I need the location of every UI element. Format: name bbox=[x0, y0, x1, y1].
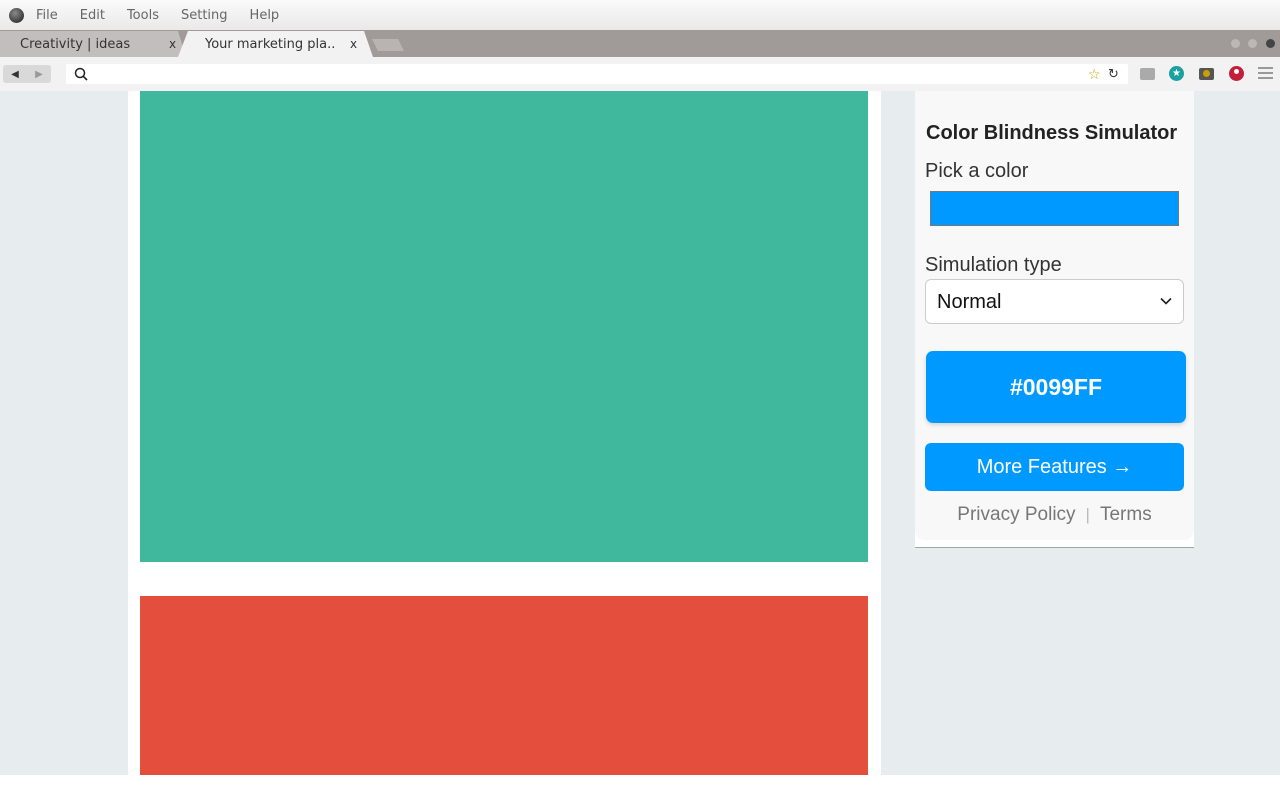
content-column bbox=[128, 91, 881, 775]
extension-teal-star-icon[interactable]: ★ bbox=[1169, 66, 1184, 81]
tab-title: Creativity | ideas bbox=[20, 37, 131, 52]
panel-body: Color Blindness Simulator Pick a color S… bbox=[915, 91, 1194, 540]
menu-setting[interactable]: Setting bbox=[181, 8, 228, 23]
address-bar: ☆ ↻ bbox=[66, 64, 1128, 84]
pick-color-label: Pick a color bbox=[925, 160, 1029, 182]
chevron-down-icon bbox=[1160, 297, 1172, 305]
color-blindness-simulator-panel: Color Blindness Simulator Pick a color S… bbox=[915, 91, 1194, 548]
more-features-button[interactable]: More Features → bbox=[925, 443, 1184, 491]
hex-color-display[interactable]: #0099FF bbox=[926, 351, 1186, 423]
tab-close-icon[interactable]: x bbox=[169, 37, 176, 51]
menu-tools[interactable]: Tools bbox=[127, 8, 159, 23]
terms-link[interactable]: Terms bbox=[1100, 504, 1152, 525]
hamburger-menu-icon[interactable] bbox=[1258, 67, 1273, 79]
new-tab-button[interactable] bbox=[372, 39, 404, 51]
extension-red-record-icon[interactable] bbox=[1229, 66, 1244, 81]
bottom-strip bbox=[0, 775, 1280, 800]
simulation-type-label: Simulation type bbox=[925, 254, 1062, 276]
panel-title: Color Blindness Simulator bbox=[926, 122, 1178, 144]
footer-separator: | bbox=[1085, 505, 1090, 524]
window-close-dot[interactable] bbox=[1266, 39, 1275, 48]
navigation-bar: ◀ ▶ ☆ ↻ bbox=[0, 57, 1280, 91]
window-minimize-dot[interactable] bbox=[1231, 39, 1240, 48]
back-arrow-icon[interactable]: ◀ bbox=[11, 69, 19, 80]
extension-card-icon[interactable] bbox=[1140, 66, 1155, 81]
menu-help[interactable]: Help bbox=[250, 8, 280, 23]
color-picker-input[interactable] bbox=[930, 191, 1179, 226]
privacy-policy-link[interactable]: Privacy Policy bbox=[957, 504, 1075, 525]
app-logo-icon bbox=[9, 7, 24, 23]
forward-arrow-icon[interactable]: ▶ bbox=[35, 69, 43, 80]
tab-marketing-plan[interactable]: Your marketing pla.. x bbox=[178, 31, 373, 57]
search-icon bbox=[74, 67, 88, 81]
footer-links: Privacy Policy | Terms bbox=[915, 504, 1194, 526]
red-color-block bbox=[140, 596, 868, 775]
tab-creativity[interactable]: Creativity | ideas x bbox=[0, 31, 186, 57]
menu-edit[interactable]: Edit bbox=[80, 8, 105, 23]
tab-close-icon[interactable]: x bbox=[350, 37, 357, 51]
url-input[interactable] bbox=[96, 64, 1096, 84]
green-color-block bbox=[140, 91, 868, 562]
star-icon[interactable]: ☆ bbox=[1088, 66, 1101, 82]
tab-strip: Creativity | ideas x Your marketing pla.… bbox=[0, 30, 1280, 57]
window-maximize-dot[interactable] bbox=[1248, 39, 1257, 48]
simulation-selected-value: Normal bbox=[937, 291, 1002, 313]
menu-file[interactable]: File bbox=[36, 8, 58, 23]
page-viewport: Color Blindness Simulator Pick a color S… bbox=[0, 91, 1280, 775]
simulation-type-select[interactable]: Normal bbox=[925, 279, 1184, 324]
tab-title: Your marketing pla.. bbox=[205, 37, 336, 52]
os-menu-bar: File Edit Tools Setting Help bbox=[0, 0, 1280, 30]
history-buttons: ◀ ▶ bbox=[3, 65, 51, 83]
reload-icon[interactable]: ↻ bbox=[1108, 66, 1119, 82]
extension-camera-icon[interactable] bbox=[1199, 66, 1214, 81]
